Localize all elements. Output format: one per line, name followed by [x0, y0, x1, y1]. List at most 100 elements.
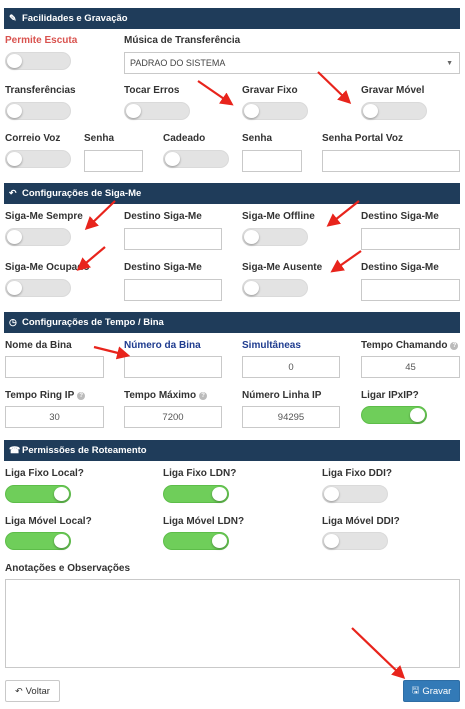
cadeado-toggle[interactable] [163, 150, 229, 168]
sigame-sempre-label: Siga-Me Sempre [5, 211, 83, 222]
sigame-ausente-toggle[interactable] [242, 279, 308, 297]
gravar-button[interactable]: 🖫 Gravar [403, 680, 460, 702]
ligar-ipxip-toggle[interactable] [361, 406, 427, 424]
sigame-ocupado-toggle[interactable] [5, 279, 71, 297]
nome-bina-label: Nome da Bina [5, 340, 72, 351]
section-title: Facilidades e Gravação [22, 13, 128, 24]
wrench-icon: ✎ [9, 13, 17, 23]
voltar-button[interactable]: ↶ Voltar [5, 680, 60, 702]
gravar-fixo-toggle[interactable] [242, 102, 308, 120]
tocar-erros-label: Tocar Erros [124, 85, 180, 96]
tempo-maximo-label: Tempo Máximo? [124, 390, 208, 401]
destino-sigame-offline-label: Destino Siga-Me [361, 211, 439, 222]
arrow-sigame-offline [326, 200, 360, 227]
senha-portal-voz-input[interactable] [322, 150, 460, 172]
correio-voz-label: Correio Voz [5, 133, 61, 144]
help-icon[interactable]: ? [450, 342, 459, 350]
liga-fixo-ldn-label: Liga Fixo LDN? [163, 468, 237, 479]
senha-portal-voz-label: Senha Portal Voz [322, 133, 403, 144]
musica-transferencia-value: PADRAO DO SISTEMA [130, 58, 226, 68]
simultaneas-value: 0 [288, 361, 294, 373]
destino-sigame-ocupado-input[interactable] [124, 279, 222, 301]
permite-escuta-label: Permite Escuta [5, 35, 78, 46]
destino-sigame-ocupado-label: Destino Siga-Me [124, 262, 202, 273]
senha-cadeado-label: Senha [242, 133, 273, 144]
liga-movel-ldn-toggle[interactable] [163, 532, 229, 550]
senha-correio-label: Senha [84, 133, 115, 144]
sigame-ausente-label: Siga-Me Ausente [242, 262, 323, 273]
tempo-maximo-text: Tempo Máximo [124, 390, 197, 401]
tempo-chamando-label: Tempo Chamando? [361, 340, 459, 351]
liga-movel-local-toggle[interactable] [5, 532, 71, 550]
floppy-disk-icon: 🖫 [411, 685, 420, 695]
tempo-ring-ip-label: Tempo Ring IP? [5, 390, 86, 401]
tempo-maximo-value: 7200 [162, 411, 184, 423]
tempo-chamando-value: 45 [405, 361, 416, 373]
gravar-movel-toggle[interactable] [361, 102, 427, 120]
tempo-maximo-input[interactable]: 7200 [124, 406, 222, 428]
senha-correio-input[interactable] [84, 150, 143, 172]
help-icon[interactable]: ? [199, 392, 208, 400]
sigame-sempre-toggle[interactable] [5, 228, 71, 246]
ligar-ipxip-label: Ligar IPxIP? [361, 390, 419, 401]
arrow-gravar-movel [317, 71, 352, 105]
gravar-label: Gravar [422, 685, 452, 697]
cadeado-label: Cadeado [163, 133, 206, 144]
transferencias-toggle[interactable] [5, 102, 71, 120]
liga-fixo-local-toggle[interactable] [5, 485, 71, 503]
musica-transferencia-label: Música de Transferência [124, 35, 241, 46]
liga-fixo-ddi-toggle[interactable] [322, 485, 388, 503]
destino-sigame-sempre-input[interactable] [124, 228, 222, 250]
liga-fixo-ddi-label: Liga Fixo DDI? [322, 468, 392, 479]
anotacoes-label: Anotações e Observações [5, 563, 131, 574]
numero-linha-ip-label: Número Linha IP [242, 390, 322, 401]
sigame-ocupado-label: Siga-Me Ocupado [5, 262, 90, 273]
reply-icon: ↶ [9, 188, 17, 198]
simultaneas-input[interactable]: 0 [242, 356, 340, 378]
destino-sigame-offline-input[interactable] [361, 228, 460, 250]
permite-escuta-toggle[interactable] [5, 52, 71, 70]
help-icon[interactable]: ? [77, 392, 86, 400]
sigame-offline-toggle[interactable] [242, 228, 308, 246]
correio-voz-toggle[interactable] [5, 150, 71, 168]
arrow-gravar-fixo [197, 80, 234, 106]
numero-bina-input[interactable] [124, 356, 222, 378]
liga-movel-ddi-label: Liga Móvel DDI? [322, 516, 400, 527]
section-header-sigame: ↶ Configurações de Siga-Me [4, 183, 460, 204]
tempo-ring-ip-text: Tempo Ring IP [5, 390, 75, 401]
tempo-ring-ip-value: 30 [49, 411, 60, 423]
tocar-erros-toggle[interactable] [124, 102, 190, 120]
destino-sigame-ausente-label: Destino Siga-Me [361, 262, 439, 273]
numero-bina-label: Número da Bina [124, 340, 201, 351]
destino-sigame-ausente-input[interactable] [361, 279, 460, 301]
liga-movel-ldn-label: Liga Móvel LDN? [163, 516, 245, 527]
arrow-sigame-ausente [330, 250, 362, 273]
tempo-ring-ip-input[interactable]: 30 [5, 406, 104, 428]
gravar-movel-label: Gravar Móvel [361, 85, 425, 96]
gravar-fixo-label: Gravar Fixo [242, 85, 298, 96]
section-header-facilidades: ✎ Facilidades e Gravação [4, 8, 460, 29]
numero-linha-ip-input[interactable]: 94295 [242, 406, 340, 428]
phone-square-icon: ☎ [9, 445, 21, 455]
voltar-label: Voltar [25, 685, 50, 697]
liga-fixo-local-label: Liga Fixo Local? [5, 468, 84, 479]
section-title: Configurações de Siga-Me [22, 188, 142, 199]
liga-fixo-ldn-toggle[interactable] [163, 485, 229, 503]
senha-cadeado-input[interactable] [242, 150, 302, 172]
section-title: Permissões de Roteamento [22, 445, 147, 456]
simultaneas-label: Simultâneas [242, 340, 301, 351]
anotacoes-textarea[interactable] [5, 579, 460, 668]
back-arrow-icon: ↶ [15, 685, 23, 696]
transferencias-label: Transferências [5, 85, 76, 96]
section-header-roteamento: ☎ Permissões de Roteamento [4, 440, 460, 461]
section-title: Configurações de Tempo / Bina [22, 317, 164, 328]
caret-down-icon: ▼ [446, 60, 453, 67]
tempo-chamando-text: Tempo Chamando [361, 340, 448, 351]
numero-linha-ip-value: 94295 [277, 411, 305, 423]
tempo-chamando-input[interactable]: 45 [361, 356, 460, 378]
arrow-sigame-sempre [84, 200, 116, 231]
nome-bina-input[interactable] [5, 356, 104, 378]
liga-movel-ddi-toggle[interactable] [322, 532, 388, 550]
clock-icon: ◷ [9, 317, 17, 327]
musica-transferencia-select[interactable]: PADRAO DO SISTEMA ▼ [124, 52, 460, 74]
